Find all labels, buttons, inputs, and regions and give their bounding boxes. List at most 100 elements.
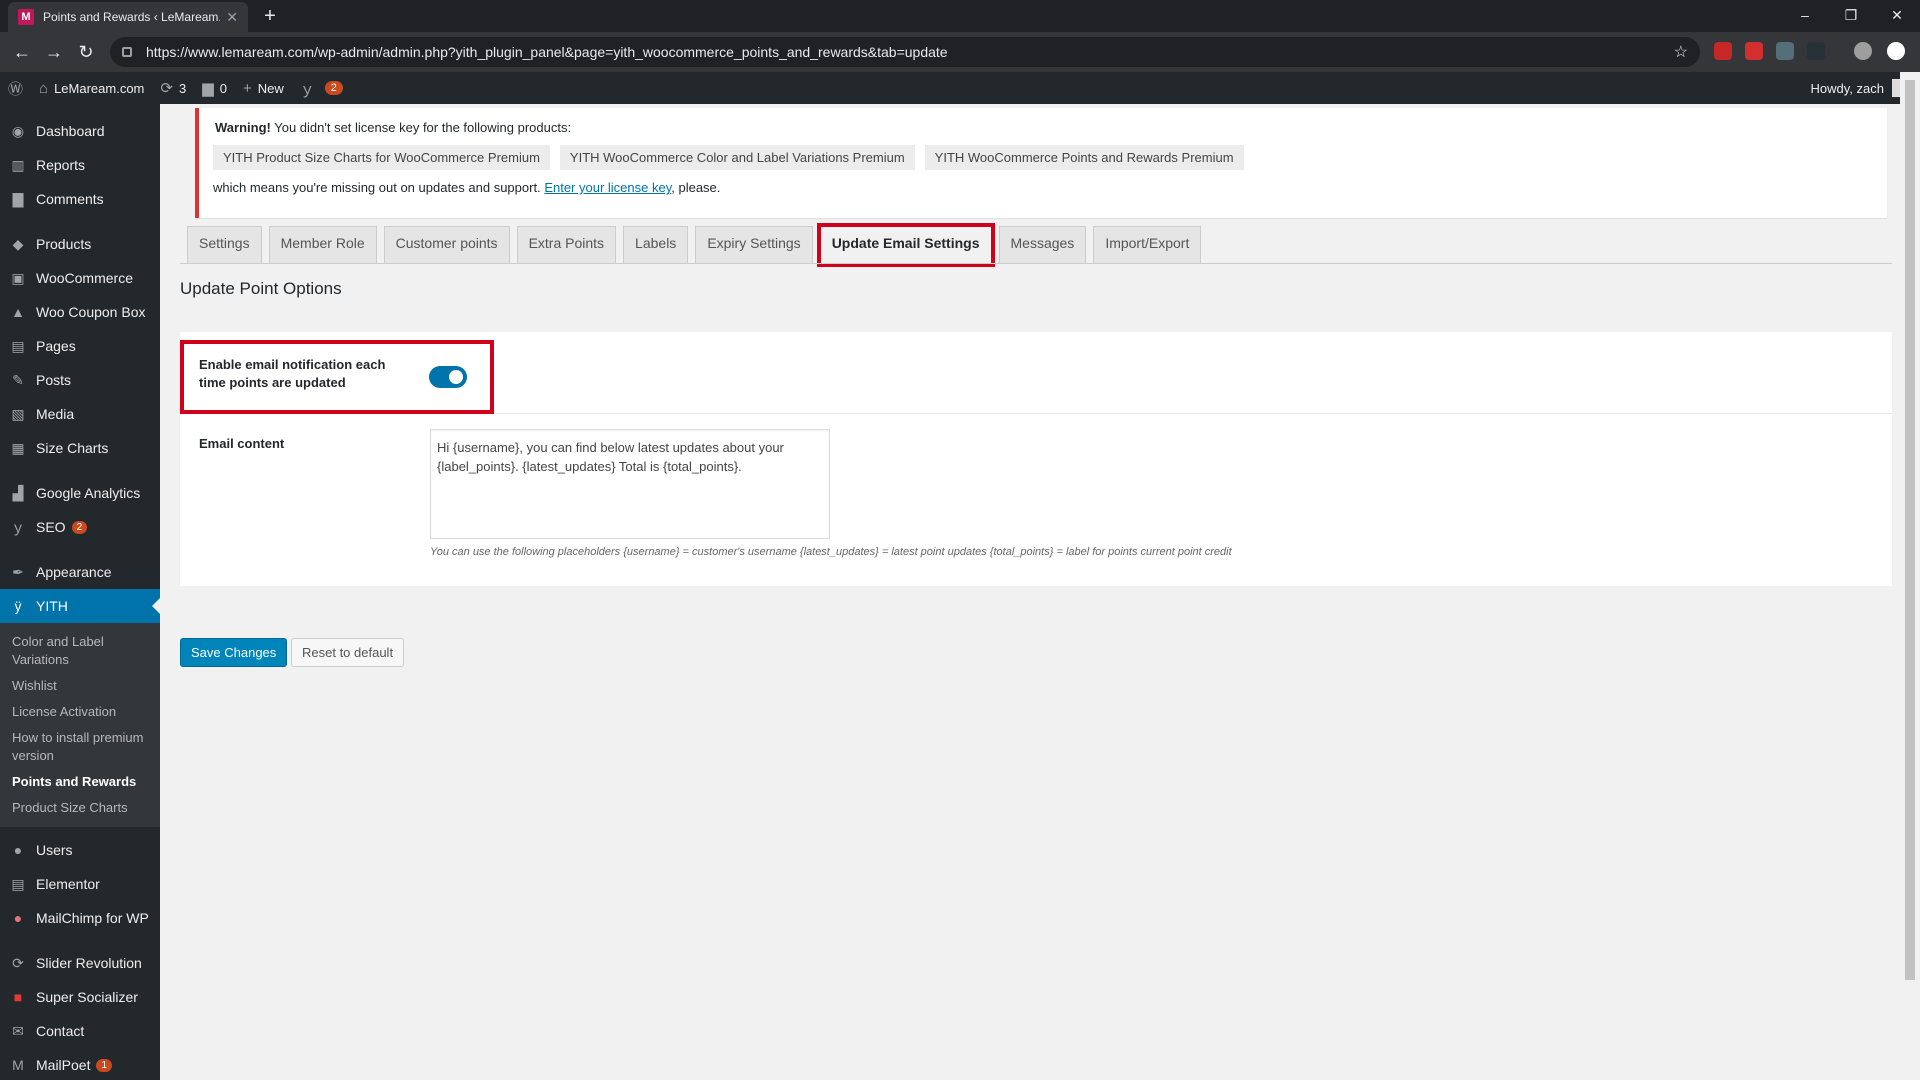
sidebar-item-appearance[interactable]: ✒ Appearance xyxy=(0,555,160,589)
close-window-icon[interactable]: ✕ xyxy=(1874,0,1920,30)
new-content-link[interactable]: + New xyxy=(235,72,292,104)
tab-settings[interactable]: Settings xyxy=(187,226,262,264)
sidebar-item-comments[interactable]: ▇ Comments xyxy=(0,182,160,216)
updates-link[interactable]: ⟳ 3 xyxy=(152,72,194,104)
sidebar-item-seo[interactable]: ｙ SEO 2 xyxy=(0,510,160,544)
sidebar-item-slider-revolution[interactable]: ⟳ Slider Revolution xyxy=(0,946,160,980)
comments-count: 0 xyxy=(219,80,227,96)
appearance-icon: ✒ xyxy=(12,563,24,580)
yoast-link[interactable]: ｙ 2 xyxy=(292,72,351,104)
site-name-link[interactable]: ⌂ LeMaream.com xyxy=(31,72,152,104)
elementor-icon: ▤ xyxy=(11,875,25,892)
new-label: New xyxy=(257,80,284,96)
media-icon: ▧ xyxy=(11,405,25,422)
address-bar[interactable]: https://www.lemaream.com/wp-admin/admin.… xyxy=(110,37,1700,67)
howdy-text: Howdy, zach xyxy=(1810,80,1884,96)
analytics-icon: ▟ xyxy=(12,484,24,501)
restore-icon[interactable]: ❐ xyxy=(1828,0,1874,30)
posts-icon: ✎ xyxy=(12,371,24,388)
users-icon: ● xyxy=(13,842,23,858)
reports-icon: ▥ xyxy=(11,156,25,173)
plus-icon: + xyxy=(242,79,252,97)
back-icon[interactable]: ← xyxy=(10,40,34,64)
profile-icon[interactable] xyxy=(1854,42,1872,60)
product-chip: YITH Product Size Charts for WooCommerce… xyxy=(213,145,550,170)
warning-text: You didn't set license key for the follo… xyxy=(274,120,572,135)
submenu-color-label-variations[interactable]: Color and Label Variations xyxy=(0,629,160,673)
sidebar-item-pages[interactable]: ▤ Pages xyxy=(0,329,160,363)
please-text: , please. xyxy=(671,180,721,195)
sidebar-item-products[interactable]: ◆ Products xyxy=(0,227,160,261)
sidebar-item-woo-coupon-box[interactable]: ▲ Woo Coupon Box xyxy=(0,295,160,329)
tab-messages[interactable]: Messages xyxy=(998,226,1087,264)
wp-admin-bar: Ⓦ ⌂ LeMaream.com ⟳ 3 ▆ 0 + New ｙ 2 Howdy… xyxy=(0,72,1920,104)
extension-icon[interactable] xyxy=(1714,42,1732,60)
minimize-icon[interactable]: – xyxy=(1782,0,1828,30)
sidebar-item-media[interactable]: ▧ Media xyxy=(0,397,160,431)
sidebar-item-super-socializer[interactable]: ■ Super Socializer xyxy=(0,980,160,1014)
tab-update-email-settings[interactable]: Update Email Settings xyxy=(816,223,995,267)
yith-submenu: Color and Label Variations Wishlist Lice… xyxy=(0,623,160,827)
submenu-product-size-charts[interactable]: Product Size Charts xyxy=(0,795,160,821)
reset-to-default-button[interactable]: Reset to default xyxy=(291,638,405,667)
submenu-wishlist[interactable]: Wishlist xyxy=(0,673,160,699)
tab-import-export[interactable]: Import/Export xyxy=(1093,226,1202,264)
sidebar-item-google-analytics[interactable]: ▟ Google Analytics xyxy=(0,476,160,510)
tab-extra-points[interactable]: Extra Points xyxy=(516,226,617,264)
extension-icon[interactable] xyxy=(1776,42,1794,60)
tab-member-role[interactable]: Member Role xyxy=(268,226,377,264)
sidebar-item-dashboard[interactable]: ◉ Dashboard xyxy=(0,114,160,148)
sidebar-item-contact[interactable]: ✉ Contact xyxy=(0,1014,160,1048)
tab-customer-points[interactable]: Customer points xyxy=(383,226,510,264)
enter-license-key-link[interactable]: Enter your license key xyxy=(544,180,671,195)
submenu-points-and-rewards[interactable]: Points and Rewards xyxy=(0,769,160,795)
sidebar-item-woocommerce[interactable]: ▣ WooCommerce xyxy=(0,261,160,295)
extension-icon[interactable] xyxy=(1745,42,1763,60)
comment-bubble-icon: ▆ xyxy=(202,80,214,97)
browser-tab[interactable]: M Points and Rewards ‹ LeMaream. ✕ xyxy=(8,2,248,32)
sidebar-item-yith[interactable]: ÿ YITH xyxy=(0,589,160,623)
tab-labels[interactable]: Labels xyxy=(623,226,689,264)
missing-updates-text: which means you're missing out on update… xyxy=(213,180,541,195)
reload-icon[interactable]: ↻ xyxy=(74,40,98,64)
mailpoet-icon: M xyxy=(12,1057,24,1073)
sidebar-item-mailchimp[interactable]: ● MailChimp for WP xyxy=(0,901,160,935)
save-changes-button[interactable]: Save Changes xyxy=(180,638,288,667)
tab-expiry-settings[interactable]: Expiry Settings xyxy=(695,226,813,264)
new-tab-button[interactable]: + xyxy=(258,4,282,28)
email-content-textarea[interactable]: Hi {username}, you can find below latest… xyxy=(430,429,830,539)
socializer-icon: ■ xyxy=(13,989,23,1005)
comments-link[interactable]: ▆ 0 xyxy=(194,72,235,104)
sidebar-item-mailpoet[interactable]: M MailPoet 1 xyxy=(0,1048,160,1080)
scrollbar-thumb[interactable] xyxy=(1905,80,1915,980)
sidebar-item-reports[interactable]: ▥ Reports xyxy=(0,148,160,182)
sidebar-item-elementor[interactable]: ▤ Elementor xyxy=(0,867,160,901)
forward-icon[interactable]: → xyxy=(42,40,66,64)
page-scrollbar[interactable] xyxy=(1900,72,1920,1080)
placeholders-hint: You can use the following placeholders {… xyxy=(430,546,1232,558)
section-title: Update Point Options xyxy=(180,279,342,298)
email-notification-toggle[interactable] xyxy=(429,366,467,388)
email-notification-row: Enable email notification each time poin… xyxy=(180,332,1892,414)
coupon-icon: ▲ xyxy=(11,304,25,320)
menu-icon[interactable] xyxy=(1887,42,1905,60)
submenu-license-activation[interactable]: License Activation xyxy=(0,699,160,725)
user-account-menu[interactable]: Howdy, zach xyxy=(1811,72,1910,104)
submenu-how-to-install[interactable]: How to install premium version xyxy=(0,725,160,769)
home-icon: ⌂ xyxy=(39,79,49,97)
close-tab-icon[interactable]: ✕ xyxy=(226,9,238,26)
yoast-badge: 2 xyxy=(324,81,343,95)
product-chip: YITH WooCommerce Points and Rewards Prem… xyxy=(924,145,1244,170)
extension-icon[interactable] xyxy=(1807,42,1825,60)
bookmark-star-icon[interactable]: ☆ xyxy=(1674,42,1688,62)
options-panel: Enable email notification each time poin… xyxy=(180,332,1892,586)
sidebar-item-users[interactable]: ● Users xyxy=(0,833,160,867)
sidebar-item-posts[interactable]: ✎ Posts xyxy=(0,363,160,397)
yoast-icon: ｙ xyxy=(299,80,315,98)
sidebar-item-size-charts[interactable]: ▦ Size Charts xyxy=(0,431,160,465)
wordpress-logo-icon[interactable]: Ⓦ xyxy=(0,72,31,104)
tab-title: Points and Rewards ‹ LeMaream. xyxy=(43,10,221,24)
site-favicon-icon: M xyxy=(18,9,34,25)
email-content-label: Email content xyxy=(199,436,285,451)
license-warning-notice: Warning! You didn't set license key for … xyxy=(195,108,1887,218)
